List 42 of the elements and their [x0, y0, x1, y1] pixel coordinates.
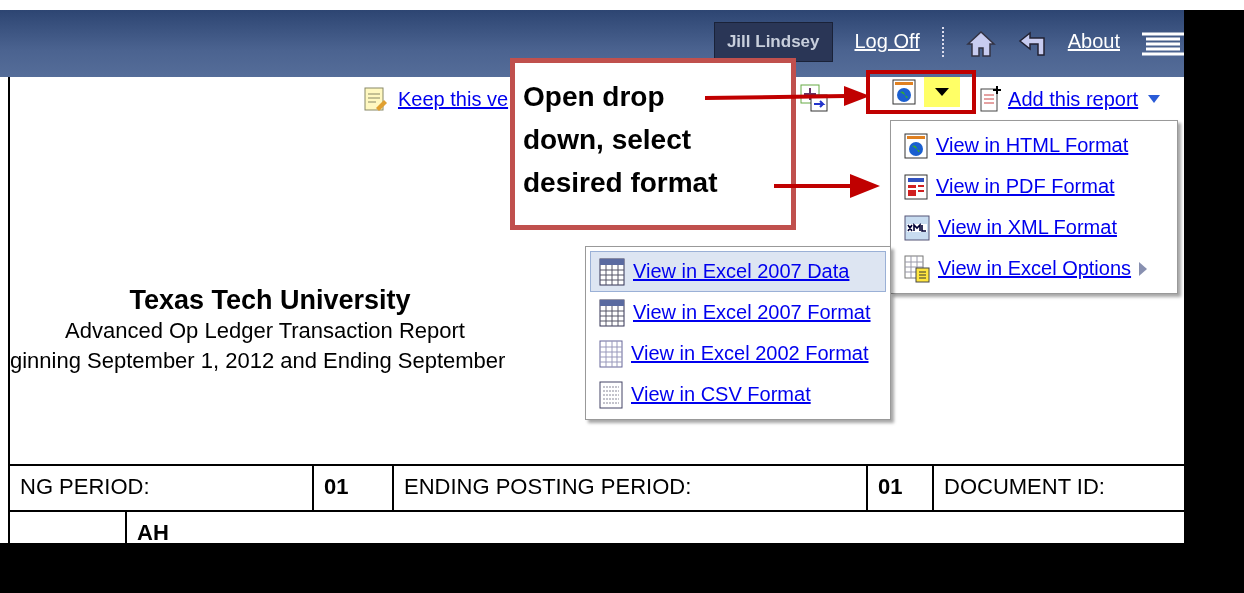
submenu-arrow-icon [1139, 261, 1148, 276]
caret-icon[interactable] [1148, 95, 1161, 103]
log-off-link[interactable]: Log Off [854, 30, 920, 53]
keep-link[interactable]: Keep this ve [398, 87, 509, 111]
globe-document-icon[interactable] [892, 79, 916, 105]
table-cell-text: DOCUMENT ID: [943, 473, 1106, 501]
menu-item[interactable]: View in Excel 2002 Format [590, 333, 886, 374]
about-link[interactable]: About [1067, 30, 1120, 53]
spreadsheet-icon [599, 257, 625, 286]
report-title: Texas Tech University [128, 285, 412, 316]
menu-item[interactable]: View in Excel Options [895, 248, 1173, 289]
document-add-icon[interactable] [980, 85, 1003, 113]
home-icon[interactable] [965, 29, 996, 58]
note-icon [362, 86, 388, 112]
document-icon [904, 173, 928, 200]
table-cell: 01 [868, 466, 934, 510]
text-document-icon [599, 380, 623, 409]
report-period: ginning September 1, 2012 and Ending September [10, 348, 506, 374]
plus-document-icon[interactable] [800, 84, 831, 114]
add-report-link[interactable]: Add this report [1008, 87, 1139, 111]
striped-logo-icon [1142, 30, 1184, 57]
user-name: Jill Lindsey [713, 21, 833, 62]
spreadsheet-icon [904, 254, 930, 283]
spreadsheet-icon [599, 298, 625, 327]
callout-text: Open drop down, select desired format [523, 80, 718, 200]
table-cell: 01 [314, 466, 394, 510]
menu-item[interactable]: View in HTML Format [895, 125, 1173, 166]
caret-icon [935, 88, 949, 96]
xml-icon [904, 214, 930, 241]
table-cell: ENDING POSTING PERIOD: [394, 466, 868, 510]
globe-document-icon [904, 132, 928, 159]
menu-item[interactable]: View in Excel 2007 Format [590, 292, 886, 333]
table-cell: NG PERIOD: [10, 466, 314, 510]
menu-item[interactable]: View in XML Format [895, 207, 1173, 248]
spreadsheet-icon [599, 339, 623, 368]
dropdown-button[interactable] [924, 77, 960, 107]
report-subtitle: Advanced Op Ledger Transaction Report [64, 318, 466, 344]
menu-item[interactable]: View in CSV Format [590, 374, 886, 415]
table-cell-text: AH [136, 519, 170, 547]
menu-item[interactable]: View in Excel 2007 Data [590, 251, 886, 292]
menu-item[interactable]: View in PDF Format [895, 166, 1173, 207]
return-arrow-icon[interactable] [1017, 30, 1046, 57]
